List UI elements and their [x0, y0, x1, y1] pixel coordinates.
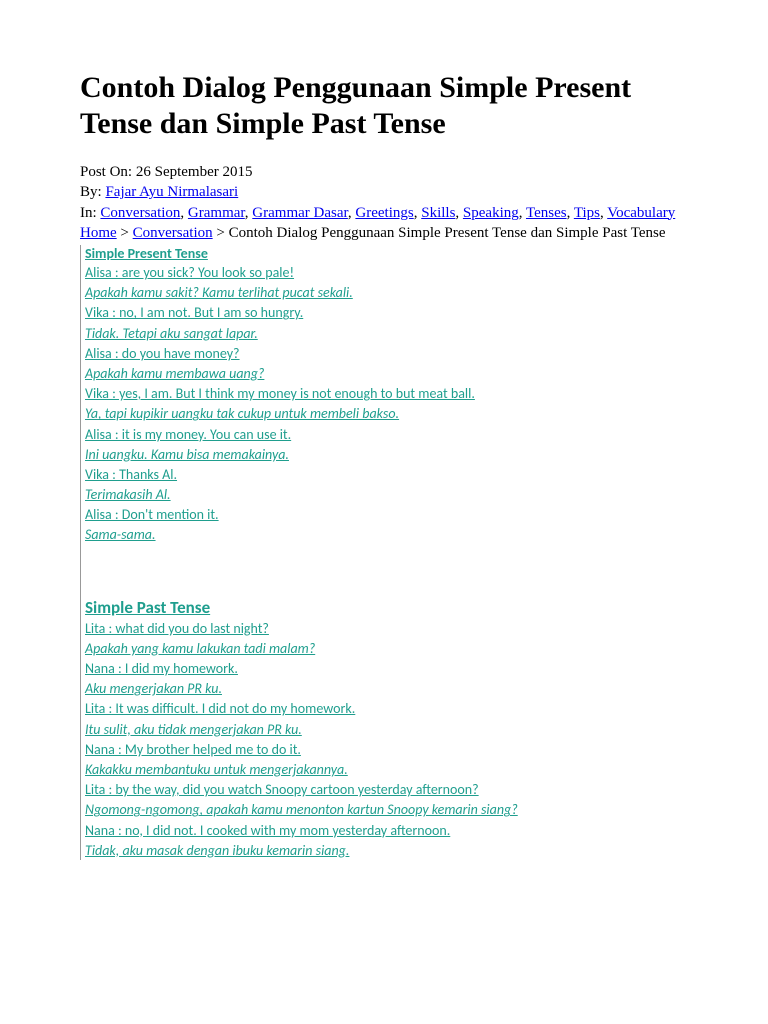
- translation-line: Apakah kamu sakit? Kamu terlihat pucat s…: [85, 284, 688, 302]
- dialog-line: Vika : Thanks Al.: [85, 466, 688, 484]
- section-title-past: Simple Past Tense: [85, 597, 688, 618]
- translation-line: Itu sulit, aku tidak mengerjakan PR ku.: [85, 721, 688, 739]
- dialog-line: Alisa : do you have money?: [85, 345, 688, 363]
- dialog-line: Lita : by the way, did you watch Snoopy …: [85, 781, 688, 799]
- category-link[interactable]: Tips: [574, 205, 600, 221]
- spacer: [85, 547, 688, 563]
- translation-line: Apakah kamu membawa uang?: [85, 365, 688, 383]
- translation-line: Terimakasih Al.: [85, 486, 688, 504]
- translation-line: Kakakku membantuku untuk mengerjakannya.: [85, 761, 688, 779]
- breadcrumb-home[interactable]: Home: [80, 225, 117, 241]
- category-link[interactable]: Tenses: [526, 205, 567, 221]
- in-label: In:: [80, 205, 100, 221]
- breadcrumb-section[interactable]: Conversation: [133, 225, 213, 241]
- translation-line: Apakah yang kamu lakukan tadi malam?: [85, 640, 688, 658]
- category-link[interactable]: Greetings: [355, 205, 413, 221]
- category-link[interactable]: Conversation: [100, 205, 180, 221]
- content-area: Simple Present Tense Alisa : are you sic…: [80, 245, 688, 860]
- translation-line: Aku mengerjakan PR ku.: [85, 680, 688, 698]
- category-link[interactable]: Grammar: [188, 205, 245, 221]
- category-link[interactable]: Skills: [421, 205, 455, 221]
- dialog-line: Nana : My brother helped me to do it.: [85, 741, 688, 759]
- breadcrumb: Home > Conversation > Contoh Dialog Peng…: [80, 223, 688, 243]
- author-link[interactable]: Fajar Ayu Nirmalasari: [105, 184, 238, 200]
- breadcrumb-current: Contoh Dialog Penggunaan Simple Present …: [229, 225, 666, 241]
- section-title-present: Simple Present Tense: [85, 245, 688, 262]
- category-link[interactable]: Vocabulary: [607, 205, 675, 221]
- post-meta: Post On: 26 September 2015 By: Fajar Ayu…: [80, 162, 688, 223]
- translation-line: Ya, tapi kupikir uangku tak cukup untuk …: [85, 405, 688, 423]
- dialog-line: Alisa : Don't mention it.: [85, 506, 688, 524]
- dialog-line: Vika : no, I am not. But I am so hungry.: [85, 304, 688, 322]
- category-link[interactable]: Grammar Dasar: [252, 205, 348, 221]
- spacer: [85, 579, 688, 595]
- translation-line: Ngomong-ngomong, apakah kamu menonton ka…: [85, 801, 688, 819]
- dialog-line: Nana : I did my homework.: [85, 660, 688, 678]
- page-title: Contoh Dialog Penggunaan Simple Present …: [80, 70, 688, 142]
- category-link[interactable]: Speaking: [463, 205, 519, 221]
- spacer: [85, 563, 688, 579]
- translation-line: Tidak, aku masak dengan ibuku kemarin si…: [85, 842, 688, 860]
- by-label: By:: [80, 184, 105, 200]
- dialog-line: Lita : what did you do last night?: [85, 620, 688, 638]
- dialog-line: Lita : It was difficult. I did not do my…: [85, 700, 688, 718]
- dialog-line: Alisa : it is my money. You can use it.: [85, 426, 688, 444]
- translation-line: Sama-sama.: [85, 526, 688, 544]
- dialog-line: Vika : yes, I am. But I think my money i…: [85, 385, 688, 403]
- dialog-line: Alisa : are you sick? You look so pale!: [85, 264, 688, 282]
- translation-line: Ini uangku. Kamu bisa memakainya.: [85, 446, 688, 464]
- translation-line: Tidak. Tetapi aku sangat lapar.: [85, 325, 688, 343]
- post-date: Post On: 26 September 2015: [80, 162, 688, 182]
- dialog-line: Nana : no, I did not. I cooked with my m…: [85, 822, 688, 840]
